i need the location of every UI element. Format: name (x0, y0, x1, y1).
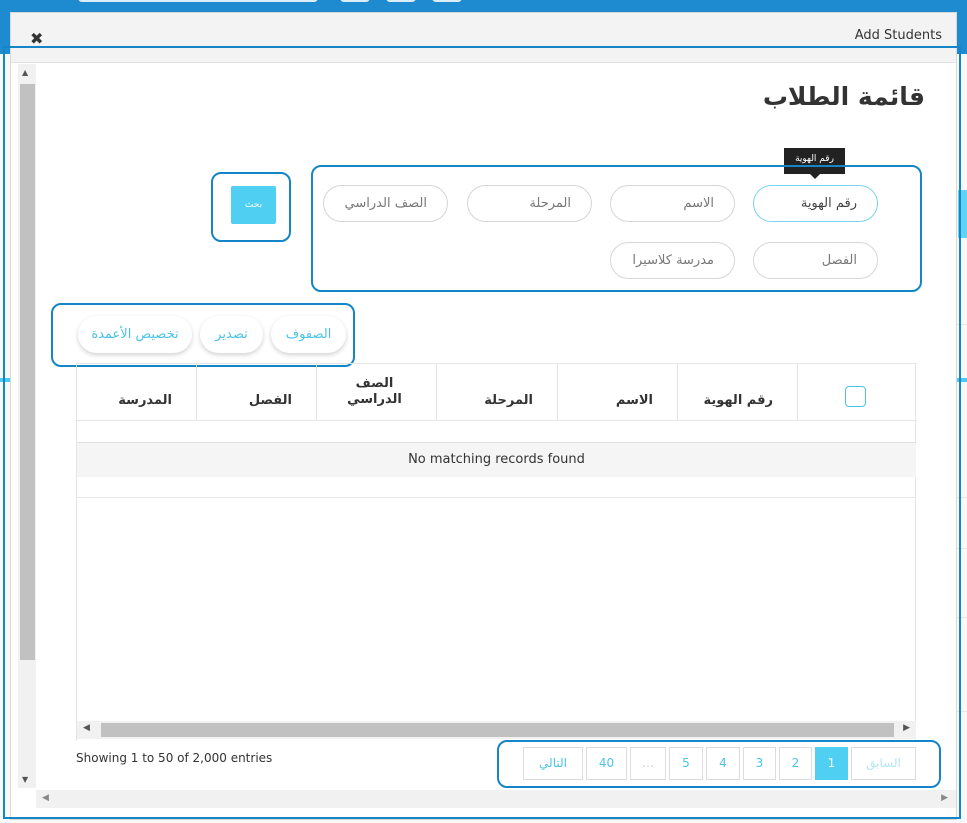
header-id-number[interactable]: رقم الهوية (677, 364, 797, 421)
previous-page-button[interactable]: السابق (851, 747, 916, 780)
table-empty-row: No matching records found (77, 442, 916, 498)
page-button-40[interactable]: 40 (586, 747, 627, 780)
scroll-left-arrow-icon[interactable]: ◀ (42, 793, 49, 803)
school-field[interactable]: مدرسة كلاسيرا (610, 242, 735, 279)
select-all-checkbox[interactable] (845, 386, 866, 407)
scroll-up-arrow-icon[interactable]: ▲ (22, 68, 28, 77)
table-horizontal-scrollbar[interactable]: ◀ ▶ (77, 721, 916, 739)
next-page-button[interactable]: التالي (523, 747, 583, 780)
page-ellipsis: … (630, 747, 666, 780)
scroll-right-arrow-icon[interactable]: ▶ (941, 793, 948, 803)
students-table: رقم الهوية الاسم المرحلة الصف الدراسي ال… (76, 363, 917, 741)
scroll-down-arrow-icon[interactable]: ▼ (22, 775, 28, 784)
header-stage[interactable]: المرحلة (436, 364, 557, 421)
grade-field[interactable]: الصف الدراسي (323, 185, 448, 222)
rows-button[interactable]: الصفوف (271, 316, 346, 353)
table-scrollbar-thumb[interactable] (101, 723, 894, 737)
customize-columns-button[interactable]: تخصيص الأعمدة (78, 316, 192, 353)
background-pill (432, 0, 462, 2)
select-all-column (797, 364, 916, 421)
stage-field[interactable]: المرحلة (467, 185, 592, 222)
pagination-info: Showing 1 to 50 of 2,000 entries (76, 751, 273, 765)
page-button-4[interactable]: 4 (706, 747, 740, 780)
header-grade-line1: الصف (355, 376, 394, 391)
page-button-3[interactable]: 3 (743, 747, 776, 780)
table-scroll-left-icon[interactable]: ◀ (83, 723, 90, 733)
background-pill (340, 0, 370, 2)
page-title: قائمة الطلاب (762, 82, 925, 111)
table-header-row: رقم الهوية الاسم المرحلة الصف الدراسي ال… (77, 363, 917, 421)
table-scroll-right-icon[interactable]: ▶ (903, 723, 910, 733)
empty-message: No matching records found (408, 452, 585, 467)
modal-horizontal-scrollbar[interactable]: ◀ ▶ (36, 790, 956, 808)
name-field[interactable]: الاسم (610, 185, 735, 222)
modal-title: Add Students (854, 28, 942, 43)
search-button[interactable]: بحث (231, 186, 276, 224)
page-button-2[interactable]: 2 (779, 747, 812, 780)
header-grade[interactable]: الصف الدراسي (316, 364, 436, 421)
page-button-1[interactable]: 1 (815, 747, 848, 780)
vertical-scrollbar[interactable]: ▲ ▼ (18, 64, 36, 788)
background-search-pill (78, 0, 318, 2)
page-button-5[interactable]: 5 (669, 747, 703, 780)
header-class[interactable]: الفصل (196, 364, 316, 421)
background-pill (386, 0, 416, 2)
vertical-scrollbar-thumb[interactable] (20, 84, 35, 660)
id-number-field[interactable]: رقم الهوية (753, 185, 878, 222)
header-school[interactable]: المدرسة (77, 364, 196, 421)
header-name[interactable]: الاسم (557, 364, 677, 421)
class-field[interactable]: الفصل (753, 242, 878, 279)
export-button[interactable]: تصدير (200, 316, 263, 353)
header-grade-line2: الدراسي (347, 392, 402, 407)
